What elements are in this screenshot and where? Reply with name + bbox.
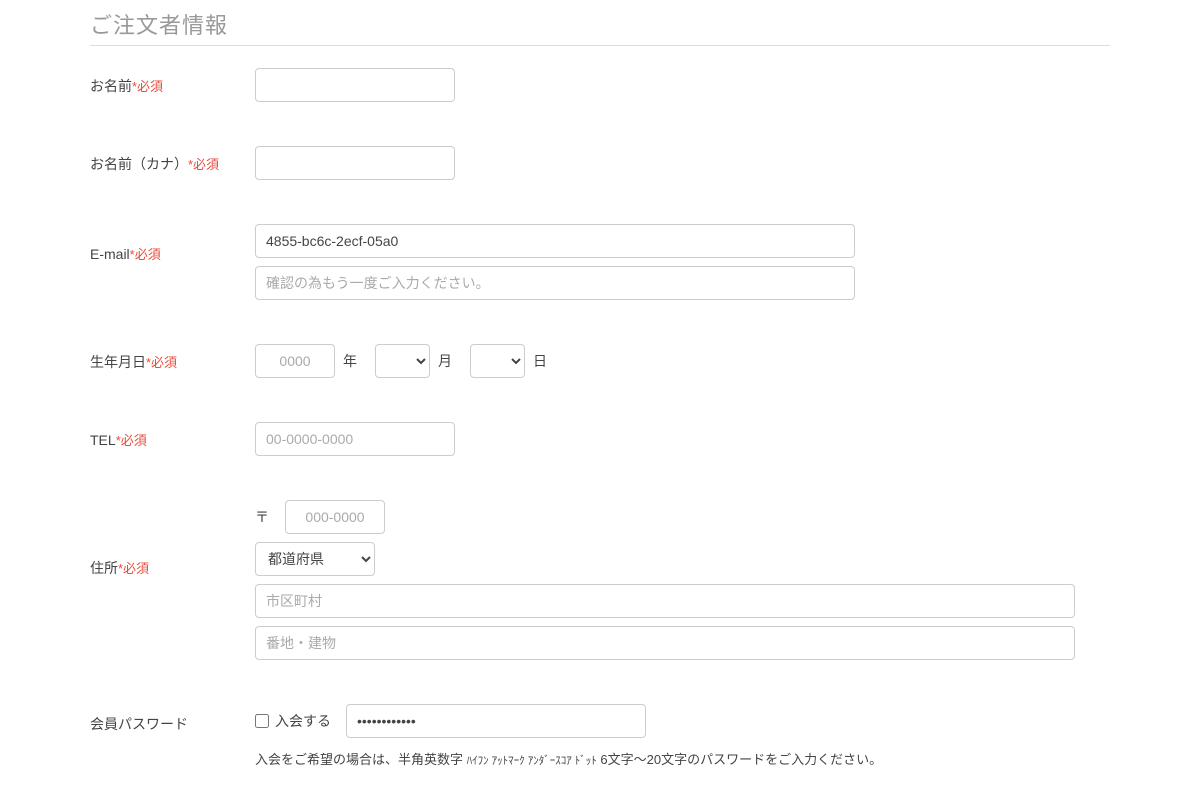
- password-help-kana: ﾊｲﾌﾝ ｱｯﾄﾏｰｸ ｱﾝﾀﾞｰｽｺｱ ﾄﾞｯﾄ: [467, 755, 597, 767]
- street-input[interactable]: [255, 626, 1075, 660]
- row-birthdate: 生年月日*必須 年 月 日: [90, 322, 1110, 400]
- email-input[interactable]: [255, 224, 855, 258]
- section-title: ご注文者情報: [90, 0, 1110, 46]
- birth-day-select[interactable]: [470, 344, 525, 378]
- birth-year-input[interactable]: [255, 344, 335, 378]
- required-mark: *必須: [188, 157, 219, 172]
- required-mark: *必須: [130, 247, 161, 262]
- required-mark: *必須: [116, 433, 147, 448]
- year-unit: 年: [343, 351, 357, 371]
- postal-symbol: 〒: [255, 507, 269, 527]
- label-password-text: 会員パスワード: [90, 716, 188, 732]
- name-kana-input[interactable]: [255, 146, 455, 180]
- prefecture-select[interactable]: 都道府県: [255, 542, 375, 576]
- label-name-text: お名前: [90, 78, 132, 94]
- password-help-pre: 入会をご希望の場合は、半角英数字: [255, 752, 467, 767]
- row-password: 会員パスワード 入会する 入会をご希望の場合は、半角英数字 ﾊｲﾌﾝ ｱｯﾄﾏｰ…: [90, 682, 1110, 793]
- password-input[interactable]: [346, 704, 646, 738]
- password-help: 入会をご希望の場合は、半角英数字 ﾊｲﾌﾝ ｱｯﾄﾏｰｸ ｱﾝﾀﾞｰｽｺｱ ﾄﾞ…: [255, 750, 1110, 771]
- tel-input[interactable]: [255, 422, 455, 456]
- day-unit: 日: [533, 351, 547, 371]
- label-address: 住所*必須: [90, 500, 255, 578]
- label-tel-text: TEL: [90, 432, 116, 448]
- birth-month-select[interactable]: [375, 344, 430, 378]
- email-confirm-input[interactable]: [255, 266, 855, 300]
- row-name-kana: お名前（カナ）*必須: [90, 124, 1110, 202]
- row-tel: TEL*必須: [90, 400, 1110, 478]
- required-mark: *必須: [118, 561, 149, 576]
- row-name: お名前*必須: [90, 46, 1110, 124]
- label-email: E-mail*必須: [90, 224, 255, 263]
- label-name: お名前*必須: [90, 68, 255, 96]
- label-email-text: E-mail: [90, 246, 130, 262]
- zip-input[interactable]: [285, 500, 385, 534]
- city-input[interactable]: [255, 584, 1075, 618]
- month-unit: 月: [438, 351, 452, 371]
- label-tel: TEL*必須: [90, 422, 255, 449]
- label-birthdate: 生年月日*必須: [90, 344, 255, 372]
- label-name-kana-text: お名前（カナ）: [90, 156, 188, 172]
- label-birthdate-text: 生年月日: [90, 354, 146, 370]
- label-password: 会員パスワード: [90, 704, 255, 734]
- required-mark: *必須: [146, 355, 177, 370]
- row-address: 住所*必須 〒 都道府県: [90, 478, 1110, 682]
- password-help-post: 6文字～20文字のパスワードをご入力ください。: [597, 752, 882, 767]
- row-email: E-mail*必須: [90, 202, 1110, 322]
- label-name-kana: お名前（カナ）*必須: [90, 146, 255, 174]
- label-address-text: 住所: [90, 560, 118, 576]
- name-input[interactable]: [255, 68, 455, 102]
- required-mark: *必須: [132, 79, 163, 94]
- join-label: 入会する: [275, 711, 331, 731]
